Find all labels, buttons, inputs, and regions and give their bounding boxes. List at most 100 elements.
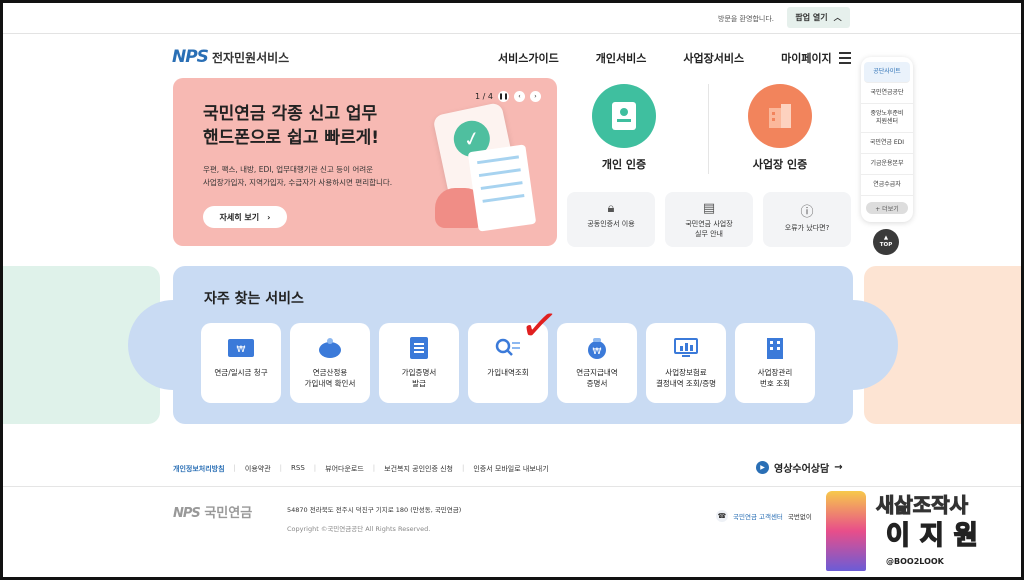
nav-business-service[interactable]: 사업장서비스 [683, 50, 744, 66]
footer-link-rss[interactable]: RSS [291, 464, 305, 474]
svg-text:₩: ₩ [237, 345, 246, 355]
service-payment-certificate[interactable]: ₩ 연금지급내역 증명서 [557, 323, 637, 403]
banner-title: 국민연금 각종 신고 업무 핸드폰으로 쉽고 빠르게! [203, 102, 379, 150]
personal-auth[interactable]: 개인 인증 [559, 84, 689, 172]
rail-item[interactable]: 국민연금공단 [861, 83, 913, 104]
site-logo[interactable]: NPS 전자민원서비스 [172, 47, 289, 67]
footer-link-mobile-cert[interactable]: 인증서 모바일로 내보내기 [473, 464, 548, 474]
service-label: 가입증명서 [401, 368, 437, 377]
banner-detail-button[interactable]: 자세히 보기 › [203, 206, 287, 228]
right-quick-rail: 공단사이트 국민연금공단 중앙노후준비 지원센터 국민연금 EDI 기금운용본부 … [861, 57, 913, 222]
banner-desc-line1: 우편, 팩스, 내방, EDI, 업무대행기관 신고 등이 어려운 [203, 165, 374, 174]
logo-text: 전자민원서비스 [211, 50, 290, 65]
video-label: 영상수어상담 [774, 464, 830, 475]
service-label-2: 증명서 [586, 379, 608, 388]
nav-personal-service[interactable]: 개인서비스 [596, 50, 647, 66]
banner-description: 우편, 팩스, 내방, EDI, 업무대행기관 신고 등이 어려운 사업장가입자… [203, 163, 443, 189]
footer-link-cert[interactable]: 보건복지 공인인증 신청 [384, 464, 453, 474]
banner-title-line2: 핸드폰으로 쉽고 빠르게! [203, 128, 379, 148]
banner-title-line1: 국민연금 각종 신고 업무 [203, 104, 378, 124]
quick-error-help[interactable]: ⓘ 오류가 났다면? [763, 192, 851, 247]
nps-logo-mark: NPS [172, 47, 209, 67]
welcome-text: 방문을 환영합니다. [718, 15, 774, 23]
quick-cert-use[interactable]: 🔒︎ 공동인증서 이용 [567, 192, 655, 247]
rail-item[interactable]: 기금운용본부 [861, 154, 913, 175]
footer-logo: NPS 국민연금 [173, 502, 252, 521]
service-label-2: 가입내역 확인서 [304, 379, 356, 388]
menu-icon[interactable] [839, 52, 851, 67]
personal-auth-label: 개인 인증 [601, 158, 647, 171]
document-icon: ▤ [702, 201, 716, 216]
rail-item-line2: 지원센터 [875, 118, 899, 125]
arrow-up-icon: ▲ [883, 235, 889, 241]
chevron-up-icon: ︿ [833, 13, 842, 22]
footer-link-terms[interactable]: 이용약관 [245, 464, 271, 474]
nav-service-guide[interactable]: 서비스가이드 [498, 50, 559, 66]
footer-logo-text: 국민연금 [204, 506, 253, 521]
rail-item[interactable]: 국민연금 EDI [861, 133, 913, 154]
rail-more-button[interactable]: + 더보기 [866, 202, 908, 214]
svg-text:₩: ₩ [593, 347, 602, 357]
watermark-handle: @BOO2LOOK [886, 557, 944, 566]
quick-label: 오류가 났다면? [784, 224, 830, 232]
top-utility-bar: 방문을 환영합니다. 팝업 열기 ︿ [0, 0, 1024, 34]
service-label-2: 번호 조회 [760, 379, 790, 388]
personal-id-icon [592, 84, 656, 148]
nav-my-page[interactable]: 마이페이지 [781, 50, 832, 66]
arrow-right-icon: → [834, 462, 843, 473]
service-enroll-certificate[interactable]: 가입증명서 발급 [379, 323, 459, 403]
call-center-extra: 국번없이 [787, 513, 812, 521]
service-label: 연금/일시금 청구 [214, 368, 268, 377]
frequent-services-title: 자주 찾는 서비스 [204, 291, 304, 307]
banner-pager: 1 / 4 ❚❚ ‹ › [475, 91, 541, 102]
top-label: TOP [879, 242, 893, 248]
rail-item[interactable]: 연금수급자 [861, 175, 913, 196]
service-label: 가입내역조회 [487, 368, 529, 377]
quick-business-guide[interactable]: ▤ 국민연금 사업장 실무 안내 [665, 192, 753, 247]
footer-logo-mark: NPS [173, 506, 201, 521]
detail-button-label: 자세히 보기 [219, 212, 260, 222]
popup-open-button[interactable]: 팝업 열기 ︿ [787, 7, 850, 28]
services-row: ₩ 연금/일시금 청구 연금산정용 가입내역 확인서 가입증명서 발급 가입내역… [201, 323, 815, 403]
main-nav: 서비스가이드 개인서비스 사업장서비스 마이페이지 [498, 50, 832, 66]
call-center[interactable]: ☎ 국민연금 고객센터 국번없이 [716, 510, 812, 522]
footer-link-viewer[interactable]: 뷰어다운로드 [325, 464, 364, 474]
building-icon [762, 337, 788, 359]
call-center-label: 국민연금 고객센터 [733, 513, 783, 521]
footer-copyright: Copyright ©국민연금공단 All Rights Reserved. [287, 525, 431, 533]
quick-label: 공동인증서 이용 [587, 220, 635, 228]
lock-icon: 🔒︎ [607, 201, 615, 216]
video-icon: ▶ [756, 461, 769, 474]
pause-icon[interactable]: ❚❚ [497, 91, 509, 102]
sign-language-consult[interactable]: ▶ 영상수어상담 → [756, 460, 843, 475]
won-card-icon: ₩ [228, 337, 254, 359]
rail-item-line1: 중앙노후준비 [870, 110, 904, 117]
banner-desc-line2: 사업장가입자, 지역가입자, 수급자가 사용하시면 편리합니다. [203, 178, 393, 187]
phone-icon: ☎ [716, 510, 728, 522]
business-auth[interactable]: 사업장 인증 [715, 84, 845, 172]
footer-link-privacy[interactable]: 개인정보처리방침 [173, 464, 225, 474]
next-icon[interactable]: › [529, 91, 541, 102]
chevron-right-icon: › [267, 212, 271, 222]
quick-label: 국민연금 사업장 [685, 220, 733, 228]
watermark-name: 이지원 [885, 520, 988, 552]
service-label-2: 발급 [412, 379, 426, 388]
service-pension-claim[interactable]: ₩ 연금/일시금 청구 [201, 323, 281, 403]
prev-icon[interactable]: ‹ [513, 91, 525, 102]
service-label: 연금산정용 [312, 368, 348, 377]
main-banner: 국민연금 각종 신고 업무 핸드폰으로 쉽고 빠르게! 우편, 팩스, 내방, … [173, 78, 557, 246]
rail-item[interactable]: 공단사이트 [864, 62, 910, 83]
building-icon [748, 84, 812, 148]
service-premium-decision[interactable]: 사업장보험료 결정내역 조회/증명 [646, 323, 726, 403]
service-enroll-confirm[interactable]: 연금산정용 가입내역 확인서 [290, 323, 370, 403]
rail-item[interactable]: 중앙노후준비 지원센터 [861, 104, 913, 133]
scroll-top-button[interactable]: ▲ TOP [873, 229, 899, 255]
auth-divider [708, 84, 709, 174]
receipt-illustration [467, 144, 537, 232]
page-indicator: 1 / 4 [475, 92, 493, 101]
service-business-number[interactable]: 사업장관리 번호 조회 [735, 323, 815, 403]
red-check-annotation: ✓ [516, 295, 563, 355]
service-label: 연금지급내역 [576, 368, 618, 377]
service-label: 사업장관리 [757, 368, 793, 377]
watermark-logo: 새삶조작사 이지원 @BOO2LOOK [826, 487, 1018, 575]
